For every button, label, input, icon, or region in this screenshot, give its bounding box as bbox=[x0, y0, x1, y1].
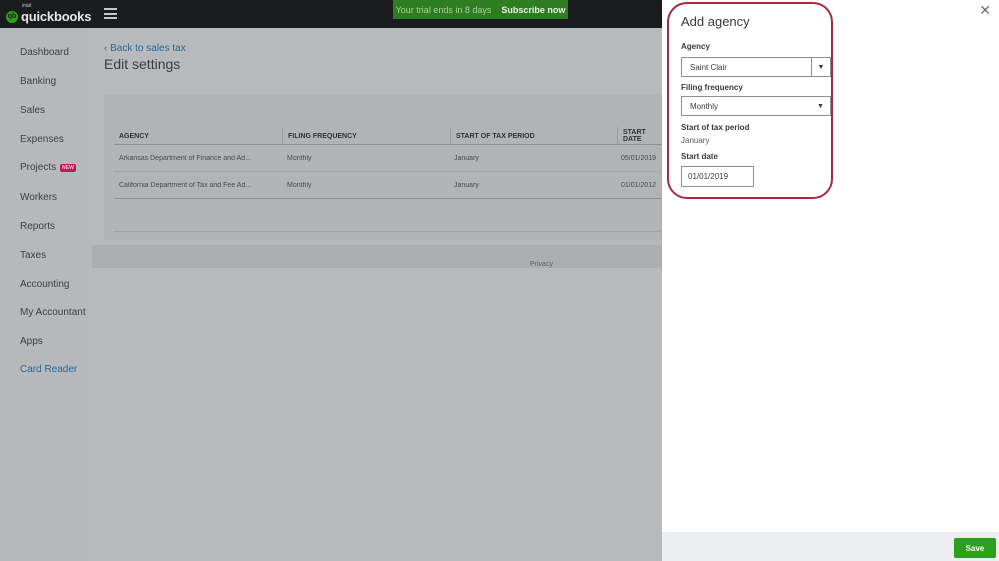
start-date-label: Start date bbox=[681, 152, 718, 161]
sidebar-item-workers[interactable]: Workers bbox=[20, 192, 57, 203]
sidebar-item-projects[interactable]: Projects NEW bbox=[20, 162, 76, 173]
trial-text: Your trial ends in 8 days bbox=[395, 4, 492, 15]
sidebar: Dashboard Banking Sales Expenses Project… bbox=[0, 28, 92, 561]
filing-frequency-select[interactable]: Monthly ▼ bbox=[681, 96, 831, 116]
brand-name: quickbooks bbox=[21, 9, 92, 24]
agency-select[interactable]: Saint Clair ▼ bbox=[681, 57, 831, 77]
chevron-left-icon: ‹ bbox=[104, 43, 108, 54]
table-bottom-divider bbox=[114, 231, 662, 232]
sidebar-item-apps[interactable]: Apps bbox=[20, 336, 43, 347]
sidebar-item-card-reader[interactable]: Card Reader bbox=[20, 364, 77, 375]
intuit-label: intuit bbox=[22, 3, 32, 9]
header-divider bbox=[114, 144, 662, 145]
start-date-cell: 01/01/2012 bbox=[621, 182, 657, 189]
sidebar-item-taxes[interactable]: Taxes bbox=[20, 250, 46, 261]
column-header-start-of-tax-period[interactable]: START OF TAX PERIOD bbox=[450, 127, 617, 145]
quickbooks-logo-icon: qb bbox=[6, 10, 18, 23]
start-of-tax-period-label: Start of tax period bbox=[681, 123, 750, 132]
frequency-cell: Monthly bbox=[287, 155, 312, 162]
column-header-start-date[interactable]: START DATE bbox=[617, 127, 662, 145]
panel-footer: Save bbox=[662, 532, 999, 561]
subscribe-now-button[interactable]: Subscribe now bbox=[501, 5, 565, 15]
filing-frequency-value: Monthly bbox=[690, 102, 719, 111]
back-to-sales-tax-link[interactable]: ‹ Back to sales tax bbox=[104, 43, 186, 54]
start-date-input[interactable] bbox=[681, 166, 754, 187]
start-of-tax-period-value: January bbox=[681, 136, 710, 145]
filing-frequency-label: Filing frequency bbox=[681, 83, 743, 92]
sidebar-item-accounting[interactable]: Accounting bbox=[20, 279, 69, 290]
close-icon[interactable]: ✕ bbox=[979, 3, 991, 17]
privacy-link[interactable]: Privacy bbox=[530, 261, 553, 268]
quickbooks-logo[interactable]: qb intuit quickbooks bbox=[6, 4, 91, 23]
sidebar-item-my-accountant[interactable]: My Accountant bbox=[20, 307, 86, 318]
trial-banner: Your trial ends in 8 days Subscribe now bbox=[393, 0, 568, 19]
agency-table-card: AGENCY FILING FREQUENCY START OF TAX PER… bbox=[104, 94, 662, 240]
new-badge: NEW bbox=[60, 163, 76, 172]
start-date-cell: 05/01/2019 bbox=[621, 155, 657, 162]
agency-select-value: Saint Clair bbox=[690, 63, 727, 72]
column-header-filing-frequency[interactable]: FILING FREQUENCY bbox=[282, 127, 450, 145]
caret-down-icon[interactable]: ▼ bbox=[811, 97, 830, 115]
sidebar-item-reports[interactable]: Reports bbox=[20, 221, 55, 232]
top-bar: qb intuit quickbooks Your trial ends in … bbox=[0, 0, 662, 28]
sidebar-item-sales[interactable]: Sales bbox=[20, 105, 45, 116]
sidebar-item-banking[interactable]: Banking bbox=[20, 76, 56, 87]
column-header-agency[interactable]: AGENCY bbox=[114, 127, 282, 145]
footer-band bbox=[92, 245, 662, 268]
add-agency-panel: ✕ Add agency Agency Saint Clair ▼ Filing… bbox=[662, 0, 999, 561]
row-divider bbox=[114, 171, 662, 172]
frequency-cell: Monthly bbox=[287, 182, 312, 189]
agency-cell: California Department of Tax and Fee Ad.… bbox=[119, 182, 252, 189]
tax-period-cell: January bbox=[454, 155, 479, 162]
agency-cell: Arkansas Department of Finance and Ad... bbox=[119, 155, 251, 162]
save-button[interactable]: Save bbox=[954, 538, 996, 558]
hamburger-menu-icon[interactable] bbox=[104, 8, 117, 19]
tax-period-cell: January bbox=[454, 182, 479, 189]
row-divider bbox=[114, 198, 662, 199]
sidebar-item-expenses[interactable]: Expenses bbox=[20, 134, 64, 145]
panel-title: Add agency bbox=[681, 14, 750, 29]
page-title: Edit settings bbox=[104, 56, 181, 72]
caret-down-icon[interactable]: ▼ bbox=[811, 58, 830, 76]
sidebar-item-dashboard[interactable]: Dashboard bbox=[20, 47, 69, 58]
agency-label: Agency bbox=[681, 42, 710, 51]
